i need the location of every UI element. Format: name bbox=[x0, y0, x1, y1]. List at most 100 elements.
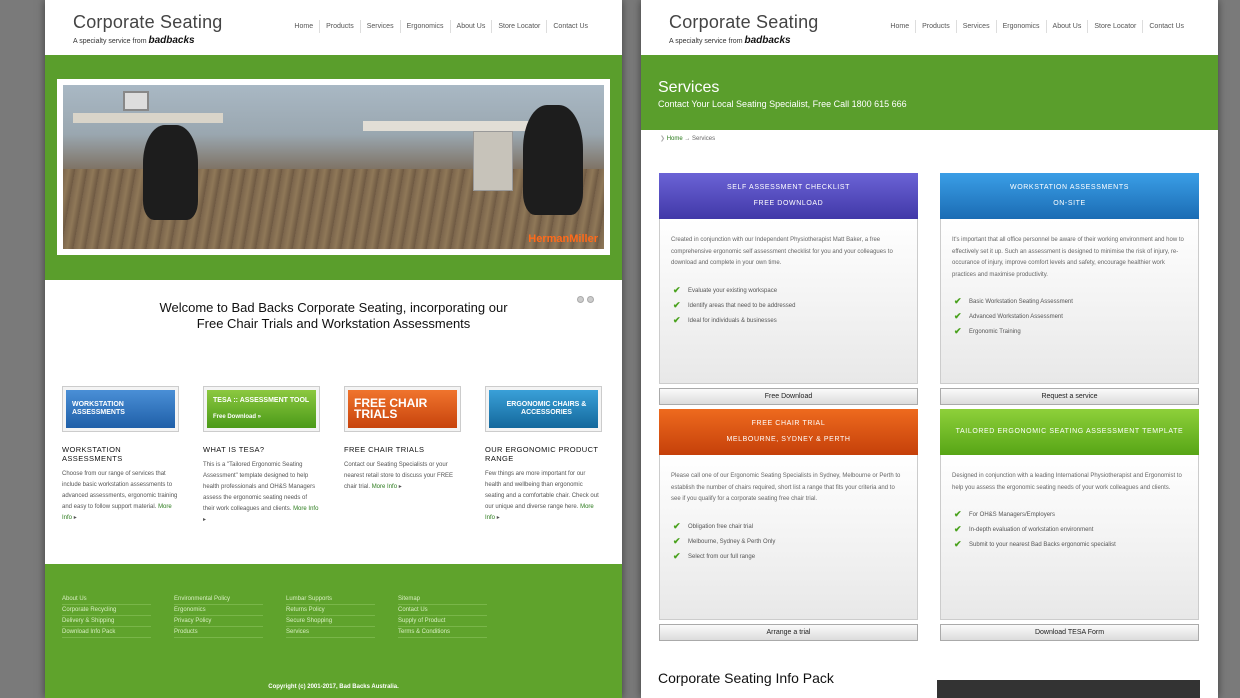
more-info-link[interactable]: More Info bbox=[372, 484, 397, 490]
list-item-text: In-depth evaluation of workstation envir… bbox=[969, 527, 1094, 533]
nav-products[interactable]: Products bbox=[319, 20, 360, 33]
logo-subtitle-text: A specialty service from bbox=[669, 38, 743, 45]
nav-ergonomics[interactable]: Ergonomics bbox=[995, 20, 1046, 33]
list-item-text: Identify areas that need to be addressed bbox=[688, 302, 796, 309]
box-header: FREE CHAIR TRIAL MELBOURNE, SYDNEY & PERT… bbox=[659, 409, 918, 455]
promo-product-range: ERGONOMIC CHAIRS & ACCESSORIES OUR ERGON… bbox=[485, 386, 602, 526]
breadcrumb-home[interactable]: Home bbox=[667, 136, 683, 142]
logo-title: Corporate Seating bbox=[669, 12, 819, 32]
download-tesa-button[interactable]: Download TESA Form bbox=[940, 624, 1199, 641]
check-icon: ✔ bbox=[673, 314, 681, 325]
site-footer: About Us Corporate Recycling Delivery & … bbox=[45, 564, 622, 698]
promo-badge: ERGONOMIC CHAIRS & ACCESSORIES bbox=[489, 390, 598, 428]
page-title: Services bbox=[658, 79, 720, 96]
list-item: ✔ Melbourne, Sydney & Perth Only bbox=[671, 535, 906, 550]
slider-dot-2[interactable] bbox=[587, 296, 594, 303]
footer-link[interactable]: Terms & Conditions bbox=[398, 627, 487, 638]
footer-link[interactable]: Services bbox=[286, 627, 375, 638]
hero-brand-watermark: HermanMiller bbox=[528, 233, 598, 245]
arrow-right-icon: ▸ bbox=[398, 484, 402, 490]
service-boxes: SELF ASSESSMENT CHECKLIST FREE DOWNLOAD C… bbox=[641, 142, 1218, 641]
logo-brand: badbacks bbox=[744, 35, 791, 46]
request-service-button[interactable]: Request a service bbox=[940, 388, 1199, 405]
copyright-text: Copyright (c) 2001-2017, Bad Backs Austr… bbox=[268, 684, 399, 690]
promo-chair-trials: FREE CHAIR TRIALS FREE CHAIR TRIALS Cont… bbox=[344, 386, 461, 526]
promo-text: Contact our Seating Specialists or your … bbox=[344, 460, 461, 493]
office-chair-right bbox=[523, 105, 583, 215]
breadcrumb: ❯ Home → Services bbox=[641, 130, 1218, 142]
footer-link[interactable]: Download Info Pack bbox=[62, 627, 151, 638]
arrange-trial-button[interactable]: Arrange a trial bbox=[659, 624, 918, 641]
slider-dots bbox=[577, 296, 594, 303]
footer-link[interactable]: Privacy Policy bbox=[174, 616, 263, 627]
check-icon: ✔ bbox=[673, 284, 681, 295]
promo-title: WORKSTATION ASSESSMENTS bbox=[62, 445, 123, 463]
footer-link[interactable]: Products bbox=[174, 627, 263, 638]
nav-contact-us[interactable]: Contact Us bbox=[1142, 20, 1190, 33]
box-header: WORKSTATION ASSESSMENTS ON-SITE bbox=[940, 173, 1199, 219]
nav-home[interactable]: Home bbox=[288, 20, 319, 33]
list-item: ✔ Obligation free chair trial bbox=[671, 520, 906, 535]
arrow-right-icon: ▸ bbox=[496, 515, 500, 521]
footer-link[interactable]: Returns Policy bbox=[286, 605, 375, 616]
check-icon: ✔ bbox=[673, 299, 681, 310]
promo-text: This is a "Tailored Ergonomic Seating As… bbox=[203, 460, 320, 526]
promo-badge-sub: Free Download » bbox=[213, 414, 262, 420]
check-icon: ✔ bbox=[954, 311, 962, 321]
footer-column-1: About Us Corporate Recycling Delivery & … bbox=[62, 594, 151, 638]
page-subtitle: Contact Your Local Seating Specialist, F… bbox=[658, 99, 907, 109]
box-header-line1: WORKSTATION ASSESSMENTS bbox=[1010, 184, 1129, 191]
promo-tesa: TESA :: ASSESSMENT TOOL Free Download » W… bbox=[203, 386, 320, 526]
promo-image[interactable]: ERGONOMIC CHAIRS & ACCESSORIES bbox=[485, 386, 602, 432]
list-item-text: Ergonomic Training bbox=[969, 329, 1021, 335]
nav-services[interactable]: Services bbox=[359, 20, 400, 33]
footer-link[interactable]: Delivery & Shipping bbox=[62, 616, 151, 627]
footer-link[interactable]: Lumbar Supports bbox=[286, 594, 375, 605]
nav-about-us[interactable]: About Us bbox=[449, 20, 492, 33]
logo-subtitle-text: A specialty service from bbox=[73, 38, 147, 45]
check-icon: ✔ bbox=[954, 524, 962, 534]
footer-link[interactable]: Secure Shopping bbox=[286, 616, 375, 627]
laptop-icon bbox=[123, 91, 149, 111]
nav-contact-us[interactable]: Contact Us bbox=[546, 20, 594, 33]
nav-about-us[interactable]: About Us bbox=[1045, 20, 1088, 33]
welcome-line1: Welcome to Bad Backs Corporate Seating, … bbox=[159, 300, 508, 315]
promo-image[interactable]: TESA :: ASSESSMENT TOOL Free Download » bbox=[203, 386, 320, 432]
footer-link[interactable]: Ergonomics bbox=[174, 605, 263, 616]
nav-home[interactable]: Home bbox=[884, 20, 915, 33]
box-body: Please call one of our Ergonomic Seating… bbox=[659, 455, 918, 620]
info-pack-image[interactable] bbox=[937, 680, 1200, 698]
nav-store-locator[interactable]: Store Locator bbox=[1087, 20, 1142, 33]
box-checklist: ✔ Evaluate your existing workspace ✔ Ident… bbox=[671, 284, 906, 329]
service-box-chair-trial: FREE CHAIR TRIAL MELBOURNE, SYDNEY & PERT… bbox=[659, 409, 918, 641]
promo-list: WORKSTATION ASSESSMENTS WORKSTATION ASSE… bbox=[45, 372, 622, 526]
slider-dot-1[interactable] bbox=[577, 296, 584, 303]
footer-link[interactable]: Environmental Policy bbox=[174, 594, 263, 605]
footer-link[interactable]: Corporate Recycling bbox=[62, 605, 151, 616]
promo-image[interactable]: FREE CHAIR TRIALS bbox=[344, 386, 461, 432]
promo-text-body: This is a "Tailored Ergonomic Seating As… bbox=[203, 462, 316, 512]
list-item: ✔ Identify areas that need to be addresse… bbox=[671, 299, 906, 314]
nav-services[interactable]: Services bbox=[955, 20, 996, 33]
promo-image[interactable]: WORKSTATION ASSESSMENTS bbox=[62, 386, 179, 432]
site-logo[interactable]: Corporate Seating A specialty service fr… bbox=[73, 12, 223, 46]
check-icon: ✔ bbox=[954, 539, 962, 549]
logo-title: Corporate Seating bbox=[73, 12, 223, 32]
nav-products[interactable]: Products bbox=[915, 20, 956, 33]
promo-text: Few things are more important for our he… bbox=[485, 469, 602, 524]
box-header-line2: ON-SITE bbox=[1053, 200, 1086, 207]
promo-badge: FREE CHAIR TRIALS bbox=[348, 390, 457, 428]
logo-brand: badbacks bbox=[148, 35, 195, 46]
nav-ergonomics[interactable]: Ergonomics bbox=[399, 20, 450, 33]
more-info-link[interactable]: More Info bbox=[293, 506, 318, 512]
welcome-line2: Free Chair Trials and Workstation Assess… bbox=[196, 316, 471, 331]
footer-link[interactable]: About Us bbox=[62, 594, 151, 605]
footer-link[interactable]: Contact Us bbox=[398, 605, 487, 616]
site-logo[interactable]: Corporate Seating A specialty service fr… bbox=[669, 12, 819, 46]
nav-store-locator[interactable]: Store Locator bbox=[491, 20, 546, 33]
footer-link[interactable]: Supply of Product bbox=[398, 616, 487, 627]
hero-office-image[interactable]: HermanMiller bbox=[63, 85, 604, 249]
footer-link[interactable]: Sitemap bbox=[398, 594, 487, 605]
free-download-button[interactable]: Free Download bbox=[659, 388, 918, 405]
box-body: Designed in conjunction with a leading I… bbox=[940, 455, 1199, 620]
